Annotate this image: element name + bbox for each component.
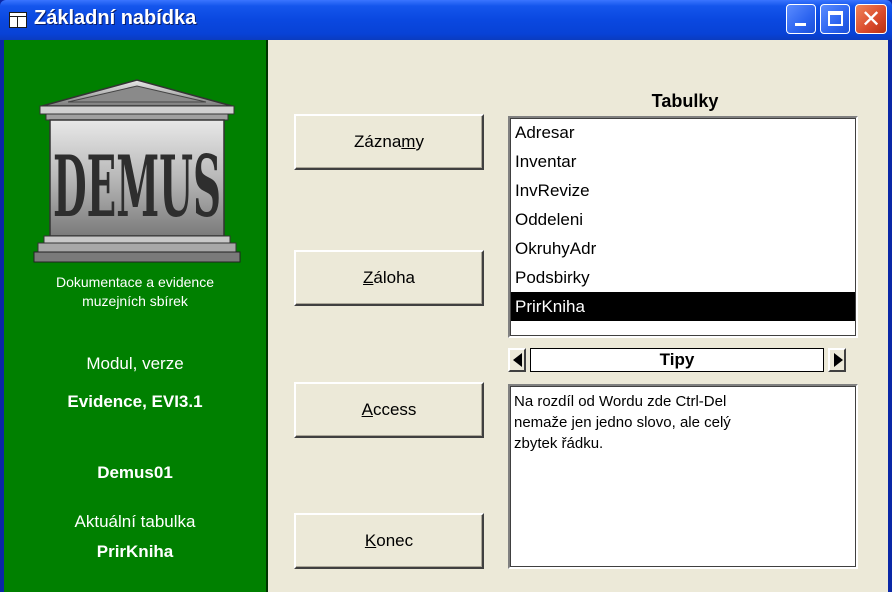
list-item[interactable]: Inventar — [510, 147, 856, 176]
button-label: áloha — [373, 268, 415, 287]
tables-listbox[interactable]: Adresar Inventar InvRevize Oddeleni Okru… — [508, 116, 858, 338]
list-item-selected[interactable]: PrirKniha — [510, 292, 856, 321]
arrow-right-icon — [834, 353, 843, 367]
arrow-left-icon — [513, 353, 522, 367]
access-button[interactable]: Access — [294, 382, 484, 438]
window-title: Základní nabídka — [34, 7, 197, 29]
close-button[interactable]: ✕ — [855, 4, 887, 34]
list-item[interactable]: InvRevize — [510, 176, 856, 205]
accelerator-key: K — [364, 531, 377, 550]
minimize-button[interactable] — [786, 4, 816, 34]
form-icon[interactable] — [9, 12, 27, 28]
title-bar: Základní nabídka ✕ — [0, 0, 892, 40]
tips-heading: Tipy — [530, 348, 824, 372]
description-line: muzejních sbírek — [82, 293, 188, 309]
button-label: onec — [376, 531, 414, 550]
tip-text-box[interactable]: Na rozdíl od Wordu zde Ctrl-Del nemaže j… — [508, 384, 858, 569]
current-table-label: Aktuální tabulka — [74, 512, 196, 531]
current-table-value: PrirKniha — [96, 542, 174, 561]
zaznamy-button[interactable]: Zázna m y — [294, 114, 484, 170]
minimize-icon — [795, 23, 806, 26]
form-client-area: DEMUS Dokumentace a evidence muzejních s… — [4, 40, 888, 592]
maximize-icon — [828, 11, 843, 26]
next-tip-button[interactable] — [828, 348, 846, 372]
description-line: Dokumentace a evidence — [56, 274, 214, 290]
button-label: ccess — [372, 400, 417, 419]
close-icon: ✕ — [860, 5, 882, 33]
tip-text-line: Na rozdíl od Wordu zde Ctrl-Del — [514, 393, 727, 410]
button-label: y — [415, 132, 424, 151]
tip-text-line: zbytek řádku. — [514, 435, 604, 452]
list-item[interactable]: Adresar — [510, 118, 856, 147]
tip-text-line: nemaže jen jedno slovo, ale celý — [514, 414, 731, 431]
logo-text: DEMUS — [53, 137, 221, 236]
demus-logo: DEMUS — [33, 79, 241, 263]
module-version: Evidence, EVI3.1 — [67, 392, 203, 411]
konec-button[interactable]: Konec — [294, 513, 484, 569]
list-item[interactable]: Oddeleni — [510, 205, 856, 234]
button-label: Zázna — [354, 132, 402, 151]
list-item[interactable]: Podsbirky — [510, 263, 856, 292]
app-description: Dokumentace a evidence muzejních sbírek — [4, 273, 266, 311]
accelerator-key: m — [401, 132, 416, 151]
maximize-button[interactable] — [820, 4, 850, 34]
accelerator-key: Z — [363, 268, 374, 287]
database-name: Demus01 — [97, 463, 173, 482]
zaloha-button[interactable]: Záloha — [294, 250, 484, 306]
tables-heading: Tabulky — [651, 91, 719, 111]
accelerator-key: A — [361, 400, 373, 419]
module-label: Modul, verze — [86, 354, 184, 373]
list-item[interactable]: OkruhyAdr — [510, 234, 856, 263]
previous-tip-button[interactable] — [508, 348, 526, 372]
tips-navigator: Tipy — [508, 348, 858, 374]
info-panel: DEMUS Dokumentace a evidence muzejních s… — [4, 40, 268, 592]
